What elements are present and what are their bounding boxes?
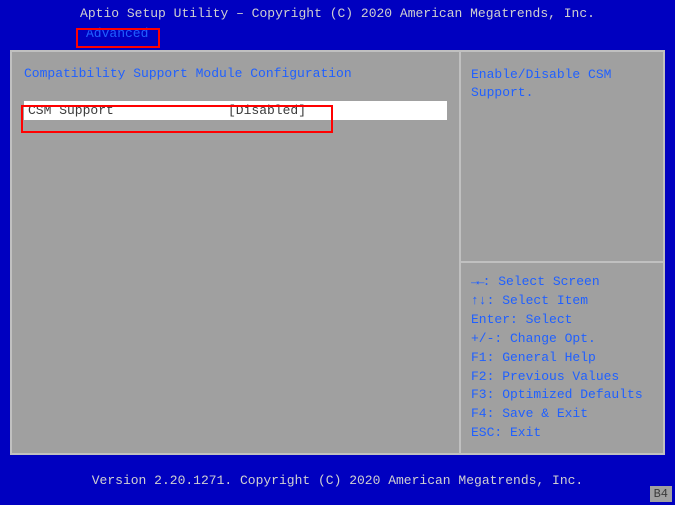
help-f2: F2: Previous Values [471,368,653,387]
setting-csm-support[interactable]: CSM Support [Disabled] [24,101,447,120]
help-f1: F1: General Help [471,349,653,368]
bios-footer: Version 2.20.1271. Copyright (C) 2020 Am… [0,465,675,505]
help-change-opt: +/-: Change Opt. [471,330,653,349]
left-panel: Compatibility Support Module Configurati… [12,52,459,453]
section-title: Compatibility Support Module Configurati… [24,66,447,81]
help-description: Enable/Disable CSM Support. [461,52,663,116]
corner-badge: B4 [650,486,672,502]
tab-row: Advanced [0,25,675,44]
help-select-item: : Select Item [487,293,588,308]
help-select-screen: : Select Screen [483,274,600,289]
main-frame: Compatibility Support Module Configurati… [10,50,665,455]
header-title: Aptio Setup Utility – Copyright (C) 2020… [80,6,595,21]
footer-text: Version 2.20.1271. Copyright (C) 2020 Am… [92,473,583,488]
help-esc: ESC: Exit [471,424,653,443]
arrows-ud-icon: ↑↓ [471,293,487,308]
help-enter: Enter: Select [471,311,653,330]
tab-advanced[interactable]: Advanced [80,25,154,42]
setting-value: [Disabled] [228,103,306,118]
bios-header: Aptio Setup Utility – Copyright (C) 2020… [0,0,675,25]
right-panel: Enable/Disable CSM Support. →←: Select S… [459,52,663,453]
arrows-lr-icon: →← [471,274,483,289]
help-f3: F3: Optimized Defaults [471,386,653,405]
help-keys: →←: Select Screen ↑↓: Select Item Enter:… [461,263,663,453]
help-f4: F4: Save & Exit [471,405,653,424]
setting-label: CSM Support [28,103,228,118]
